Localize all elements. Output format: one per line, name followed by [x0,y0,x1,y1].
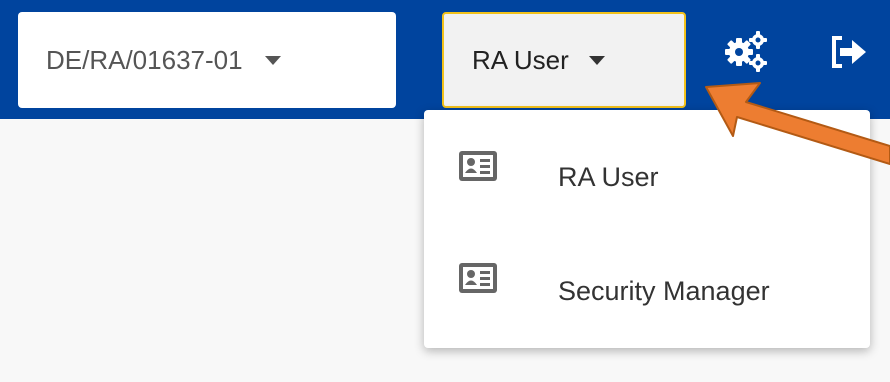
id-card-icon [458,262,498,294]
gears-icon[interactable] [722,28,770,76]
menu-item-label: RA User [558,162,659,192]
role-select[interactable]: RA User [442,12,686,108]
organization-select[interactable]: DE/RA/01637-01 [18,12,396,108]
top-navigation-bar: DE/RA/01637-01 RA User [0,0,890,119]
chevron-down-icon [588,55,605,65]
organization-select-value: DE/RA/01637-01 [46,44,243,75]
role-dropdown-menu: RA User Security Manager [424,110,870,348]
role-select-value: RA User [472,44,569,75]
menu-item-label: Security Manager [558,276,770,306]
menu-item-security-manager[interactable]: Security Manager [424,228,870,338]
menu-item-ra-user[interactable]: RA User [424,118,870,228]
id-card-icon [458,150,498,182]
sign-out-icon[interactable] [830,34,870,70]
chevron-down-icon [264,55,281,65]
